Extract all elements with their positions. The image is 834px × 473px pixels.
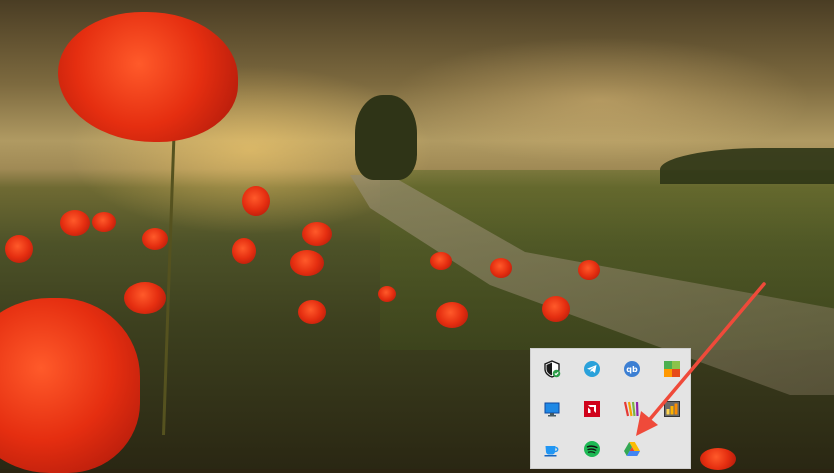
annotation-arrow [636,282,766,436]
